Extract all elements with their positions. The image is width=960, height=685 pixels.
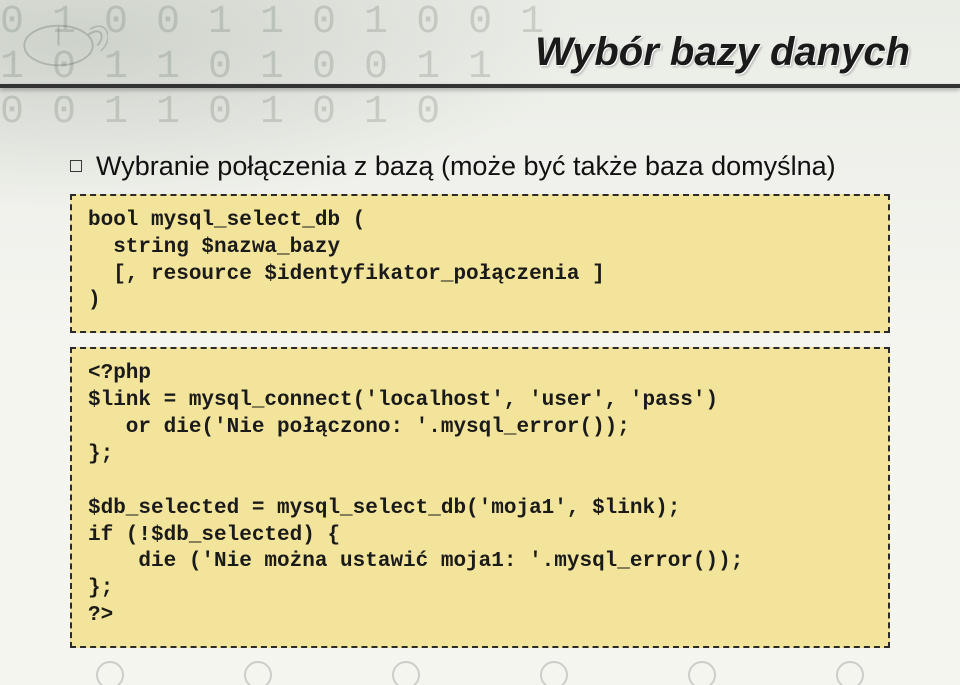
- circle-icon: [836, 661, 864, 685]
- square-bullet-icon: [70, 160, 82, 172]
- circle-icon: [540, 661, 568, 685]
- content-area: Wybranie połączenia z bazą (może być tak…: [70, 150, 890, 648]
- slide-title: Wybór bazy danych: [535, 30, 910, 75]
- footer-decoration: [0, 651, 960, 679]
- slide: 0 1 0 0 1 1 0 1 0 0 1 1 0 1 1 0 1 0 0 1 …: [0, 0, 960, 685]
- circle-icon: [96, 661, 124, 685]
- circle-icon: [244, 661, 272, 685]
- bullet-text: Wybranie połączenia z bazą (może być tak…: [96, 150, 836, 184]
- code-text: <?php $link = mysql_connect('localhost',…: [88, 361, 872, 630]
- code-box-example: <?php $link = mysql_connect('localhost',…: [70, 347, 890, 648]
- bullet-item: Wybranie połączenia z bazą (może być tak…: [70, 150, 890, 184]
- circle-icon: [688, 661, 716, 685]
- circle-icon: [392, 661, 420, 685]
- code-box-signature: bool mysql_select_db ( string $nazwa_baz…: [70, 194, 890, 334]
- bg-row: 0 0 1 1 0 1 0 1 0: [0, 90, 960, 135]
- title-underline: [0, 84, 960, 88]
- title-band: Wybór bazy danych: [0, 30, 960, 75]
- code-text: bool mysql_select_db ( string $nazwa_baz…: [88, 208, 872, 316]
